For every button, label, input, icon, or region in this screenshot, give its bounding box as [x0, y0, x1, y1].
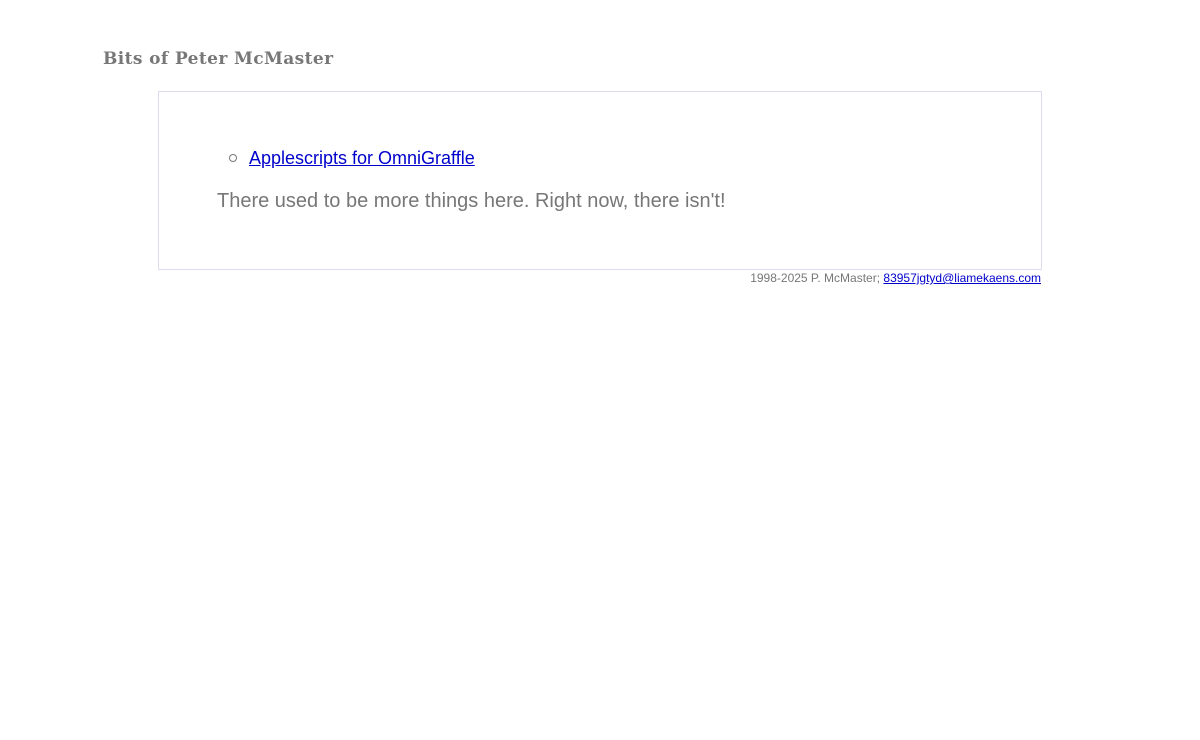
email-link[interactable]: 83957jgtyd@liamekaens.com — [883, 271, 1041, 285]
site-title: Bits of Peter McMaster — [103, 49, 334, 69]
list-item: Applescripts for OmniGraffle — [229, 146, 475, 170]
status-message: There used to be more things here. Right… — [217, 190, 726, 212]
footer: 1998-2025 P. McMaster; 83957jgtyd@liamek… — [750, 270, 1041, 286]
link-list: Applescripts for OmniGraffle — [229, 146, 475, 170]
page: Bits of Peter McMaster Applescripts for … — [0, 0, 1200, 740]
copyright-text: 1998-2025 P. McMaster; — [750, 271, 884, 285]
content-box: Applescripts for OmniGraffle There used … — [158, 91, 1042, 270]
hollow-circle-bullet-icon — [229, 154, 237, 162]
applescripts-link[interactable]: Applescripts for OmniGraffle — [249, 146, 475, 170]
